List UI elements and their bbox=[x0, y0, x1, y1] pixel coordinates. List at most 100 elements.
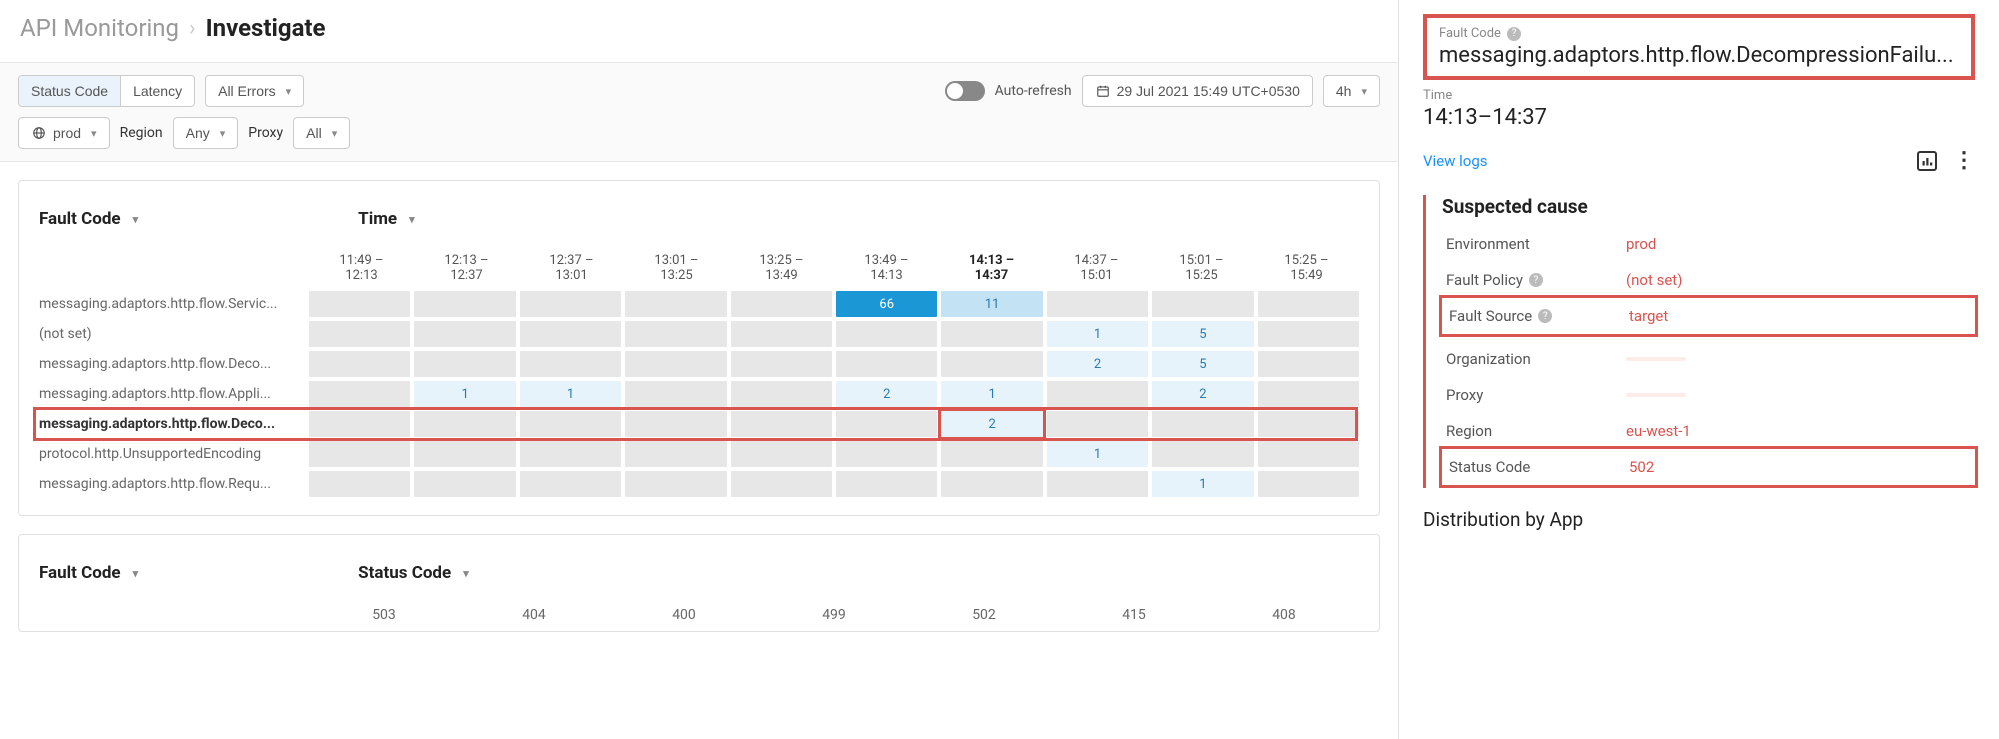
heatmap-cell[interactable] bbox=[309, 411, 410, 437]
heatmap-cell[interactable] bbox=[1152, 291, 1253, 317]
status-code-column[interactable]: 404 bbox=[459, 607, 609, 623]
heatmap-cell[interactable] bbox=[1258, 471, 1359, 497]
more-icon[interactable]: ⋮ bbox=[1953, 148, 1975, 173]
heatmap-cell[interactable] bbox=[1047, 291, 1148, 317]
heatmap-cell[interactable] bbox=[520, 321, 621, 347]
row-dimension-dropdown[interactable]: Fault Code▾ bbox=[39, 209, 138, 229]
heatmap-cell[interactable] bbox=[414, 351, 515, 377]
heatmap-cell[interactable] bbox=[1047, 471, 1148, 497]
heatmap-cell[interactable] bbox=[1047, 381, 1148, 407]
heatmap-cell[interactable] bbox=[309, 321, 410, 347]
fault-code-row-label[interactable]: messaging.adaptors.http.flow.Servic... bbox=[39, 296, 309, 312]
heatmap-cell[interactable] bbox=[731, 291, 832, 317]
fault-code-row-label[interactable]: messaging.adaptors.http.flow.Deco... bbox=[39, 356, 309, 372]
heatmap-cell[interactable] bbox=[625, 381, 726, 407]
heatmap-cell[interactable] bbox=[414, 291, 515, 317]
status-code-column[interactable]: 499 bbox=[759, 607, 909, 623]
auto-refresh-toggle[interactable]: Auto-refresh bbox=[945, 81, 1072, 101]
heatmap-cell[interactable] bbox=[836, 351, 937, 377]
time-column-header[interactable]: 11:49 –12:13 bbox=[309, 249, 414, 287]
heatmap-cell[interactable]: 2 bbox=[1047, 351, 1148, 377]
heatmap-cell[interactable] bbox=[1258, 381, 1359, 407]
heatmap-cell[interactable] bbox=[731, 321, 832, 347]
heatmap-cell[interactable] bbox=[731, 441, 832, 467]
heatmap-cell[interactable] bbox=[836, 321, 937, 347]
heatmap-cell[interactable] bbox=[1152, 441, 1253, 467]
heatmap-cell[interactable] bbox=[836, 471, 937, 497]
heatmap-cell[interactable] bbox=[1152, 411, 1253, 437]
time-column-header[interactable]: 12:37 –13:01 bbox=[519, 249, 624, 287]
row-dimension-dropdown[interactable]: Fault Code▾ bbox=[39, 563, 138, 583]
heatmap-cell[interactable] bbox=[520, 291, 621, 317]
heatmap-cell[interactable]: 1 bbox=[520, 381, 621, 407]
status-code-column[interactable]: 502 bbox=[909, 607, 1059, 623]
heatmap-cell[interactable]: 1 bbox=[414, 381, 515, 407]
heatmap-cell[interactable]: 1 bbox=[1047, 441, 1148, 467]
proxy-dropdown[interactable]: All▾ bbox=[293, 117, 350, 149]
heatmap-cell[interactable]: 2 bbox=[1152, 381, 1253, 407]
heatmap-cell[interactable] bbox=[625, 351, 726, 377]
time-column-header[interactable]: 15:25 –15:49 bbox=[1254, 249, 1359, 287]
breadcrumb-root[interactable]: API Monitoring bbox=[20, 14, 179, 42]
heatmap-cell[interactable] bbox=[836, 441, 937, 467]
heatmap-cell[interactable] bbox=[625, 471, 726, 497]
heatmap-cell[interactable]: 1 bbox=[1152, 471, 1253, 497]
status-code-column[interactable]: 415 bbox=[1059, 607, 1209, 623]
help-icon[interactable]: ? bbox=[1529, 273, 1543, 287]
col-dimension-dropdown[interactable]: Status Code▾ bbox=[358, 563, 469, 583]
heatmap-cell[interactable] bbox=[414, 471, 515, 497]
range-dropdown[interactable]: 4h▾ bbox=[1323, 75, 1380, 107]
time-column-header[interactable]: 12:13 –12:37 bbox=[414, 249, 519, 287]
heatmap-cell[interactable] bbox=[309, 381, 410, 407]
heatmap-cell[interactable] bbox=[520, 351, 621, 377]
status-code-column[interactable]: 400 bbox=[609, 607, 759, 623]
fault-code-row-label[interactable]: protocol.http.UnsupportedEncoding bbox=[39, 446, 309, 462]
help-icon[interactable]: ? bbox=[1538, 309, 1552, 323]
heatmap-cell[interactable] bbox=[941, 321, 1042, 347]
heatmap-cell[interactable]: 66 bbox=[836, 291, 937, 317]
heatmap-cell[interactable] bbox=[941, 351, 1042, 377]
heatmap-cell[interactable] bbox=[625, 411, 726, 437]
heatmap-cell[interactable] bbox=[625, 291, 726, 317]
heatmap-cell[interactable] bbox=[1047, 411, 1148, 437]
heatmap-cell[interactable] bbox=[1258, 321, 1359, 347]
fault-code-row-label[interactable]: messaging.adaptors.http.flow.Requ... bbox=[39, 476, 309, 492]
time-column-header[interactable]: 13:01 –13:25 bbox=[624, 249, 729, 287]
help-icon[interactable]: ? bbox=[1507, 27, 1521, 41]
all-errors-dropdown[interactable]: All Errors▾ bbox=[205, 75, 304, 107]
heatmap-cell[interactable]: 2 bbox=[836, 381, 937, 407]
heatmap-cell[interactable] bbox=[731, 381, 832, 407]
col-dimension-dropdown[interactable]: Time▾ bbox=[358, 209, 414, 229]
heatmap-cell[interactable] bbox=[731, 351, 832, 377]
heatmap-cell[interactable] bbox=[731, 411, 832, 437]
region-dropdown[interactable]: Any▾ bbox=[173, 117, 239, 149]
heatmap-cell[interactable] bbox=[309, 471, 410, 497]
heatmap-cell[interactable] bbox=[836, 411, 937, 437]
latency-button[interactable]: Latency bbox=[120, 76, 194, 106]
heatmap-cell[interactable] bbox=[414, 441, 515, 467]
fault-code-row-label[interactable]: messaging.adaptors.http.flow.Appli... bbox=[39, 386, 309, 402]
view-logs-link[interactable]: View logs bbox=[1423, 152, 1488, 170]
time-column-header[interactable]: 14:37 –15:01 bbox=[1044, 249, 1149, 287]
heatmap-cell[interactable] bbox=[1258, 291, 1359, 317]
heatmap-cell[interactable] bbox=[625, 441, 726, 467]
heatmap-cell[interactable] bbox=[414, 411, 515, 437]
heatmap-cell[interactable] bbox=[1258, 411, 1359, 437]
heatmap-cell[interactable] bbox=[941, 441, 1042, 467]
status-code-button[interactable]: Status Code bbox=[19, 76, 120, 106]
heatmap-cell[interactable]: 2 bbox=[941, 411, 1042, 437]
heatmap-cell[interactable] bbox=[309, 291, 410, 317]
chart-icon[interactable] bbox=[1917, 151, 1937, 171]
heatmap-cell[interactable] bbox=[309, 441, 410, 467]
heatmap-cell[interactable]: 11 bbox=[941, 291, 1042, 317]
heatmap-cell[interactable]: 1 bbox=[1047, 321, 1148, 347]
heatmap-cell[interactable] bbox=[731, 471, 832, 497]
fault-code-row-label[interactable]: (not set) bbox=[39, 326, 309, 342]
heatmap-cell[interactable] bbox=[520, 441, 621, 467]
fault-code-row-label[interactable]: messaging.adaptors.http.flow.Deco... bbox=[39, 416, 309, 432]
heatmap-cell[interactable] bbox=[941, 471, 1042, 497]
heatmap-cell[interactable] bbox=[1258, 351, 1359, 377]
time-column-header[interactable]: 13:25 –13:49 bbox=[729, 249, 834, 287]
date-picker-button[interactable]: 29 Jul 2021 15:49 UTC+0530 bbox=[1082, 75, 1313, 107]
heatmap-cell[interactable]: 5 bbox=[1152, 351, 1253, 377]
